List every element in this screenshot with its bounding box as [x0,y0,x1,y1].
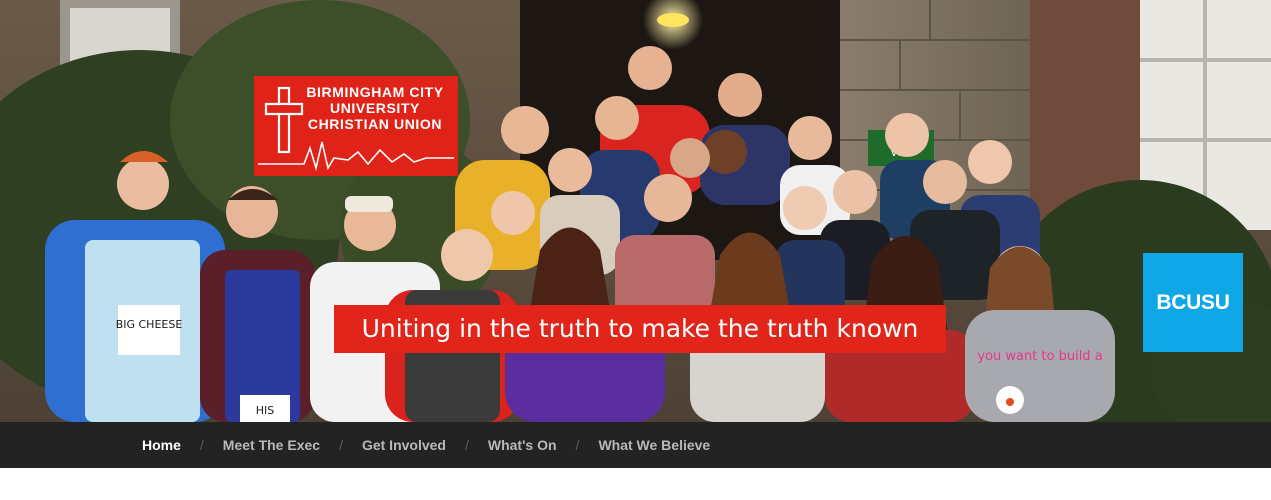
main-nav: Home / Meet The Exec / Get Involved / Wh… [0,422,1271,468]
apron-text: BIG CHEESE [116,318,183,331]
nav-separator: / [339,437,343,453]
apron-his-text: HIS [256,404,275,417]
tagline: Uniting in the truth to make the truth k… [334,305,946,353]
cu-logo-text: BIRMINGHAM CITY UNIVERSITY CHRISTIAN UNI… [300,84,450,132]
bcusu-badge[interactable]: BCUSU [1143,253,1243,352]
nav-item-whats-on: What's On [488,437,557,453]
logo-line-3: CHRISTIAN UNION [307,116,443,132]
sweater-text: you want to build a [977,349,1102,364]
page-body-start [0,468,1271,500]
page: VIC [0,0,1271,500]
heartbeat-line-icon [258,141,454,172]
logo-line-1: BIRMINGHAM CITY [306,84,444,100]
cu-logo[interactable]: BIRMINGHAM CITY UNIVERSITY CHRISTIAN UNI… [254,76,458,176]
nav-link-whats-on[interactable]: What's On [488,437,557,453]
nav-separator: / [464,437,469,453]
nav-item-get-involved: Get Involved [362,437,446,453]
nav-link-get-involved[interactable]: Get Involved [362,437,446,453]
nav-list: Home / Meet The Exec / Get Involved / Wh… [0,422,1271,468]
hero-banner: VIC [0,0,1271,422]
nav-link-meet-the-exec[interactable]: Meet The Exec [223,437,320,453]
nav-item-home: Home [142,437,181,453]
nav-item-meet-the-exec: Meet The Exec [223,437,320,453]
nav-separator: / [575,437,580,453]
nav-item-what-we-believe: What We Believe [598,437,710,453]
logo-line-2: UNIVERSITY [329,100,420,116]
group-photo: VIC [0,0,1271,422]
nav-link-home[interactable]: Home [142,437,181,453]
nav-separator: / [199,437,204,453]
nav-link-what-we-believe[interactable]: What We Believe [598,437,710,453]
